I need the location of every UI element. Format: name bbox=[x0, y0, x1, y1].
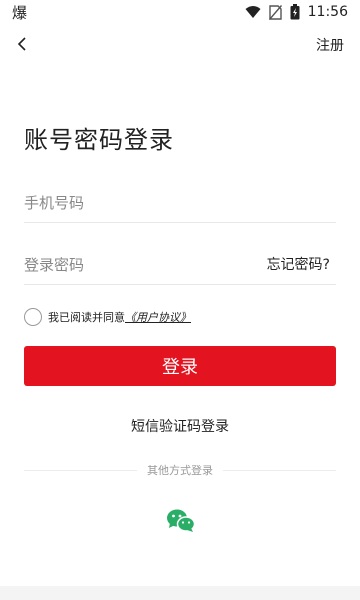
login-button[interactable]: 登录 bbox=[24, 346, 336, 386]
chevron-left-icon bbox=[17, 37, 26, 51]
user-agreement-link[interactable]: 《用户协议》 bbox=[125, 309, 191, 325]
divider-line-right bbox=[223, 469, 336, 471]
status-bar: 爆 11:56 bbox=[0, 0, 360, 24]
bottom-nav-bar bbox=[0, 586, 360, 600]
status-app-glyph: 爆 bbox=[12, 3, 28, 22]
register-link[interactable]: 注册 bbox=[316, 35, 344, 55]
wechat-login-button[interactable] bbox=[166, 508, 196, 534]
password-input[interactable] bbox=[24, 248, 264, 282]
sms-login-link[interactable]: 短信验证码登录 bbox=[0, 416, 360, 436]
agreement-row: 我已阅读并同意 《用户协议》 bbox=[24, 308, 191, 326]
page-title: 账号密码登录 bbox=[24, 126, 174, 154]
other-login-divider: 其他方式登录 bbox=[24, 462, 336, 478]
wechat-icon bbox=[167, 509, 196, 532]
other-login-label: 其他方式登录 bbox=[147, 464, 213, 477]
agreement-text: 我已阅读并同意 bbox=[48, 311, 125, 324]
agreement-checkbox[interactable] bbox=[24, 308, 42, 326]
forgot-password-link[interactable]: 忘记密码? bbox=[267, 254, 330, 274]
battery-icon bbox=[290, 4, 300, 20]
phone-input[interactable] bbox=[24, 186, 264, 220]
status-icons: 11:56 bbox=[245, 4, 348, 20]
phone-field bbox=[24, 186, 336, 223]
nav-bar: 注册 bbox=[0, 28, 360, 60]
status-time: 11:56 bbox=[307, 4, 348, 20]
password-field: 忘记密码? bbox=[24, 248, 336, 285]
wifi-icon bbox=[245, 6, 261, 18]
divider-line-left bbox=[24, 469, 137, 471]
back-button[interactable] bbox=[10, 32, 34, 56]
no-sim-icon bbox=[268, 4, 282, 20]
